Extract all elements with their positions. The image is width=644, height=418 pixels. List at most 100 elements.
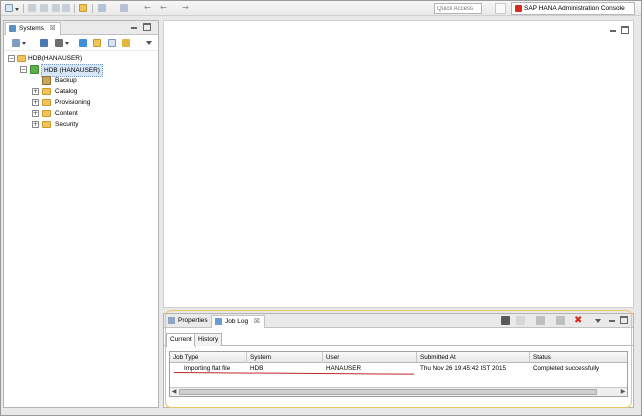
refresh-icon[interactable] bbox=[79, 39, 87, 47]
column-header-system[interactable]: System bbox=[247, 352, 323, 363]
tree-row-catalog[interactable]: + Catalog bbox=[4, 86, 158, 97]
collapse-all-icon[interactable] bbox=[108, 39, 116, 47]
folder-icon bbox=[42, 88, 51, 95]
tab-systems[interactable]: Systems ☒ bbox=[5, 22, 61, 35]
job-details-icon[interactable] bbox=[501, 316, 510, 325]
hana-system-icon bbox=[30, 65, 39, 74]
job-log-panel: Properties Job Log ☒ ✖ Current History J… bbox=[163, 313, 634, 408]
folder-icon bbox=[42, 121, 51, 128]
stop-icon[interactable]: ✖ bbox=[574, 316, 583, 326]
tree-label-catalog: Catalog bbox=[55, 88, 78, 95]
link-icon[interactable] bbox=[122, 39, 130, 47]
open-folder-icon[interactable] bbox=[79, 4, 87, 12]
tree-row-system[interactable]: − HDB (HANAUSER) bbox=[4, 64, 158, 77]
tree-row-security[interactable]: + Security bbox=[4, 119, 158, 130]
tree-row-backup[interactable]: Backup bbox=[4, 75, 158, 86]
tree-label-content: Content bbox=[55, 110, 78, 117]
systems-view-tabbar: Systems ☒ bbox=[4, 21, 158, 35]
folder-icon bbox=[17, 55, 26, 62]
tab-job-log-label: Job Log bbox=[225, 318, 249, 325]
print-icon[interactable] bbox=[52, 4, 60, 12]
column-header-user[interactable]: User bbox=[323, 352, 417, 363]
tree-row-provisioning[interactable]: + Provisioning bbox=[4, 97, 158, 108]
cell-submitted-at: Thu Nov 26 19:45:42 IST 2015 bbox=[420, 365, 507, 372]
print-preview-icon[interactable] bbox=[62, 4, 70, 12]
back-arrow-icon[interactable]: ← bbox=[144, 4, 152, 12]
scroll-right-icon[interactable]: ▶ bbox=[619, 388, 627, 396]
folder-icon[interactable] bbox=[93, 39, 101, 47]
maximize-icon[interactable] bbox=[621, 26, 629, 34]
cell-system: HDB bbox=[250, 365, 264, 372]
open-perspective-icon[interactable] bbox=[495, 3, 506, 14]
filter-icon[interactable] bbox=[55, 39, 63, 47]
maximize-icon[interactable] bbox=[620, 316, 628, 324]
job-log-icon bbox=[215, 318, 222, 325]
expand-icon[interactable]: + bbox=[32, 121, 39, 128]
view-menu-icon[interactable] bbox=[146, 41, 152, 45]
column-header-job-type[interactable]: Job Type bbox=[170, 352, 247, 363]
editor-area bbox=[163, 20, 634, 308]
systems-view: Systems ☒ − HDB(HANAUSER) − HDB (HANAUSE… bbox=[3, 20, 159, 408]
expand-icon[interactable]: + bbox=[32, 99, 39, 106]
horizontal-scrollbar[interactable]: ◀ ▶ bbox=[170, 387, 627, 396]
tab-systems-label: Systems bbox=[19, 25, 44, 32]
cell-status: Completed successfully bbox=[533, 365, 600, 372]
perspective-label: SAP HANA Administration Console bbox=[524, 5, 625, 12]
quick-access-input[interactable] bbox=[434, 3, 482, 14]
minimize-icon[interactable] bbox=[609, 26, 617, 34]
minimize-icon[interactable] bbox=[608, 316, 616, 324]
copy-icon[interactable] bbox=[516, 316, 525, 325]
add-system-icon[interactable] bbox=[12, 39, 20, 47]
properties-icon bbox=[168, 317, 175, 324]
subtab-current[interactable]: Current bbox=[166, 333, 196, 347]
sap-hana-icon bbox=[515, 5, 522, 12]
expand-icon[interactable]: + bbox=[32, 88, 39, 95]
toolbar-separator bbox=[92, 4, 93, 13]
expand-icon[interactable]: + bbox=[32, 110, 39, 117]
toolbar-separator bbox=[74, 4, 75, 13]
job-table: Job Type System User Submitted At Status… bbox=[169, 351, 628, 397]
tab-properties[interactable]: Properties bbox=[165, 315, 212, 328]
dropdown-arrow-icon[interactable] bbox=[22, 42, 26, 45]
forward-history-icon[interactable]: → bbox=[182, 4, 190, 12]
scroll-left-icon[interactable]: ◀ bbox=[170, 388, 178, 396]
tree-row-content[interactable]: + Content bbox=[4, 108, 158, 119]
next-annotation-icon[interactable] bbox=[98, 4, 106, 12]
cell-user: HANAUSER bbox=[326, 365, 361, 372]
table-row[interactable]: Importing flat file HDB HANAUSER Thu Nov… bbox=[170, 363, 627, 374]
dropdown-arrow-icon[interactable] bbox=[65, 42, 69, 45]
save-all-icon[interactable] bbox=[40, 4, 48, 12]
tab-job-log[interactable]: Job Log ☒ bbox=[211, 315, 265, 328]
tree-row-root[interactable]: − HDB(HANAUSER) bbox=[4, 53, 158, 64]
close-icon[interactable]: ☒ bbox=[50, 25, 56, 32]
scrollbar-thumb[interactable] bbox=[179, 389, 597, 395]
collapse-icon[interactable]: − bbox=[20, 66, 27, 73]
save-icon[interactable] bbox=[28, 4, 36, 12]
view-menu-icon[interactable] bbox=[595, 319, 601, 323]
tree-label-provisioning: Provisioning bbox=[55, 99, 91, 106]
close-icon[interactable]: ☒ bbox=[254, 318, 260, 325]
back-history-icon[interactable]: ← bbox=[160, 4, 168, 12]
cell-job-type: Importing flat file bbox=[184, 365, 231, 372]
prev-annotation-icon[interactable] bbox=[120, 4, 128, 12]
table-header: Job Type System User Submitted At Status bbox=[170, 352, 627, 363]
dropdown-arrow-icon[interactable] bbox=[15, 8, 19, 11]
sql-console-icon[interactable] bbox=[40, 39, 48, 47]
column-header-submitted-at[interactable]: Submitted At bbox=[417, 352, 530, 363]
minimize-icon[interactable] bbox=[130, 23, 138, 31]
systems-tree: − HDB(HANAUSER) − HDB (HANAUSER) Backup … bbox=[4, 51, 158, 130]
column-header-status[interactable]: Status bbox=[530, 352, 627, 363]
tree-label-backup: Backup bbox=[55, 77, 77, 84]
clear-log-icon[interactable] bbox=[556, 316, 565, 325]
maximize-icon[interactable] bbox=[143, 23, 151, 31]
systems-view-icon bbox=[9, 25, 16, 32]
subtab-history[interactable]: History bbox=[194, 333, 223, 346]
tree-label-security: Security bbox=[55, 121, 79, 128]
folder-icon bbox=[42, 110, 51, 117]
tab-properties-label: Properties bbox=[178, 317, 208, 324]
toolbar-separator bbox=[23, 4, 24, 13]
perspective-button[interactable]: SAP HANA Administration Console bbox=[511, 2, 635, 15]
new-icon[interactable] bbox=[5, 4, 13, 12]
collapse-icon[interactable]: − bbox=[8, 55, 15, 62]
remove-job-icon[interactable] bbox=[536, 316, 545, 325]
